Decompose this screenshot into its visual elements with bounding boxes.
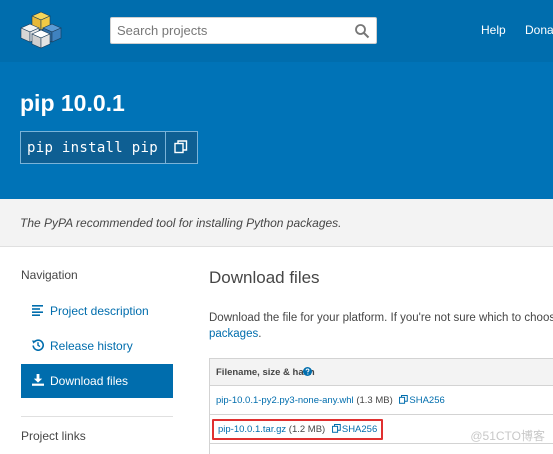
history-icon (32, 339, 44, 351)
sidebar-divider (21, 416, 173, 417)
sidebar-item-download-files[interactable]: Download files (21, 364, 173, 398)
nav-help-link[interactable]: Help (481, 23, 506, 37)
search-box[interactable] (110, 17, 377, 44)
copy-button[interactable] (165, 132, 197, 163)
question-circle-icon[interactable] (303, 367, 312, 376)
package-title: pip 10.0.1 (20, 90, 125, 116)
download-description: Download the file for your platform. If … (209, 310, 553, 342)
download-description-end: . (258, 328, 262, 340)
sidebar-item-project-description[interactable]: Project description (21, 294, 173, 328)
copy-icon (399, 395, 409, 404)
sha256-link[interactable]: SHA256 (342, 424, 377, 435)
files-table-header: Filename, size & hash (210, 359, 553, 386)
file-link[interactable]: pip-10.0.1.tar.gz (218, 424, 286, 435)
project-links-heading: Project links (21, 429, 86, 443)
watermark: @51CTO博客 (470, 429, 545, 443)
copy-icon (331, 424, 341, 433)
top-bar: Help Donat (0, 0, 553, 62)
install-command-box: pip install pip (20, 131, 198, 164)
sidebar-item-label: Release history (50, 339, 133, 353)
search-input[interactable] (111, 18, 346, 43)
sha256-link[interactable]: SHA256 (409, 395, 444, 406)
copy-icon (174, 140, 188, 154)
table-row: pip-10.0.1-py2.py3-none-any.whl (1.3 MB)… (210, 386, 553, 415)
file-link[interactable]: pip-10.0.1-py2.py3-none-any.whl (216, 395, 354, 406)
sidebar-item-label: Download files (50, 374, 129, 388)
install-command[interactable]: pip install pip (27, 140, 158, 156)
download-icon (32, 374, 44, 386)
navigation-heading: Navigation (21, 268, 78, 282)
files-table-header-label: Filename, size & hash (216, 367, 315, 378)
pypi-logo-icon[interactable] (20, 10, 62, 50)
sidebar-item-label: Project description (50, 304, 149, 318)
packages-link[interactable]: packages (209, 328, 258, 340)
nav-donate-link[interactable]: Donat (525, 23, 553, 37)
package-summary-bar: The PyPA recommended tool for installing… (0, 199, 553, 247)
search-icon[interactable] (354, 23, 370, 39)
download-description-text: Download the file for your platform. If … (209, 312, 553, 324)
align-left-icon (32, 305, 43, 316)
package-summary: The PyPA recommended tool for installing… (20, 216, 342, 230)
download-files-title: Download files (209, 268, 320, 287)
file-size: (1.3 MB) (356, 395, 393, 406)
file-size: (1.2 MB) (288, 424, 326, 435)
sidebar-item-release-history[interactable]: Release history (21, 329, 173, 363)
